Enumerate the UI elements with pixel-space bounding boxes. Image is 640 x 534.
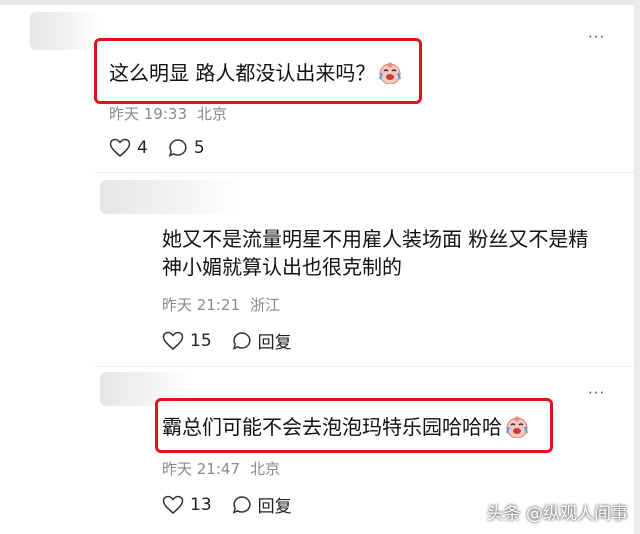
comment-meta: 昨天 19:33 北京 <box>109 103 237 124</box>
comment-button[interactable]: 5 <box>168 138 205 158</box>
comment-meta: 昨天 21:47 北京 <box>162 458 290 479</box>
comment-date: 昨天 21:21 <box>162 296 240 314</box>
speech-bubble-icon <box>168 139 187 157</box>
crying-laughing-emoji-icon <box>379 62 402 84</box>
comment-date: 昨天 19:33 <box>109 105 187 123</box>
comment-actions: 13 回复 <box>162 492 312 517</box>
avatar-blurred[interactable] <box>30 12 100 50</box>
speech-bubble-icon <box>232 331 251 350</box>
window-top-edge <box>0 0 640 5</box>
comment-location: 北京 <box>197 105 228 123</box>
comment-text-line-2: 神小媚就算认出也很克制的 <box>162 255 402 279</box>
like-button[interactable]: 4 <box>109 138 148 158</box>
comment-location: 浙江 <box>250 296 281 314</box>
comment-meta: 昨天 21:21 浙江 <box>162 294 290 315</box>
speech-bubble-icon <box>232 495 251 514</box>
reply-label: 回复 <box>257 497 292 517</box>
comment-date: 昨天 21:47 <box>162 460 240 478</box>
more-options-button[interactable]: ··· <box>588 386 605 401</box>
divider <box>95 366 635 367</box>
reply-label: 回复 <box>257 333 292 353</box>
comment-text: 霸总们可能不会去泡泡玛特乐园哈哈哈 <box>162 410 529 444</box>
divider <box>95 172 635 173</box>
heart-outline-icon <box>162 331 184 350</box>
like-button[interactable]: 15 <box>162 331 212 351</box>
comment-text: 这么明显 路人都没认出来吗？ <box>109 56 402 90</box>
comment-actions: 4 5 <box>109 138 225 158</box>
reply-count: 5 <box>193 138 205 158</box>
like-count: 4 <box>137 138 148 158</box>
like-button[interactable]: 13 <box>162 495 212 515</box>
comment-location: 北京 <box>250 460 281 478</box>
more-options-button[interactable]: ··· <box>588 30 605 45</box>
heart-outline-icon <box>162 495 184 514</box>
avatar-blurred[interactable] <box>100 180 240 214</box>
heart-outline-icon <box>109 138 131 157</box>
reply-button[interactable]: 回复 <box>232 492 292 517</box>
watermark: 头条 @纵观人间事 <box>486 504 628 524</box>
crying-laughing-emoji-icon <box>506 416 528 438</box>
scrollbar-track[interactable] <box>634 0 640 534</box>
like-count: 13 <box>190 494 212 515</box>
comment-actions: 15 回复 <box>162 328 312 353</box>
reply-button[interactable]: 回复 <box>232 328 292 353</box>
like-count: 15 <box>190 330 212 351</box>
